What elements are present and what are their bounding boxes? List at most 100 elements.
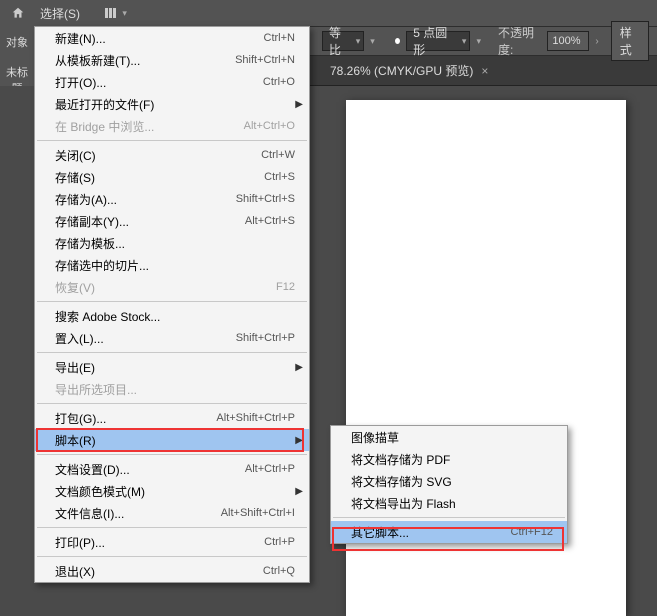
- close-icon[interactable]: ×: [481, 64, 488, 78]
- menu-item-label: 退出(X): [55, 563, 95, 580]
- menu-separator: [37, 301, 307, 302]
- menu-item[interactable]: 文档颜色模式(M) ▶: [35, 480, 309, 502]
- menu-item-shortcut: Ctrl+Q: [263, 565, 295, 577]
- menu-item-label: 图像描草: [351, 429, 399, 446]
- menu-item[interactable]: 打包(G)... Alt+Shift+Ctrl+P: [35, 407, 309, 429]
- menu-item-shortcut: Alt+Shift+Ctrl+I: [221, 507, 295, 519]
- menu-item-label: 文档颜色模式(M): [55, 483, 145, 500]
- menu-item[interactable]: 从模板新建(T)... Shift+Ctrl+N: [35, 49, 309, 71]
- opacity-input[interactable]: 100%: [547, 31, 589, 51]
- menu-item-shortcut: Ctrl+O: [263, 76, 295, 88]
- menu-item[interactable]: 文档设置(D)... Alt+Ctrl+P: [35, 458, 309, 480]
- compare-select[interactable]: 等比: [322, 31, 364, 51]
- menu-item-label: 存储选中的切片...: [55, 257, 149, 274]
- menu-item-label: 在 Bridge 中浏览...: [55, 118, 154, 135]
- menu-item-label: 搜索 Adobe Stock...: [55, 308, 160, 325]
- submenu-arrow-icon: ▶: [295, 435, 303, 446]
- menu-item-shortcut: Alt+Ctrl+O: [244, 120, 295, 132]
- doc-tab-title: 78.26% (CMYK/GPU 预览): [330, 62, 473, 79]
- menu-item[interactable]: 存储为模板...: [35, 232, 309, 254]
- menu-item[interactable]: 置入(L)... Shift+Ctrl+P: [35, 327, 309, 349]
- menu-item-shortcut: F12: [276, 281, 295, 293]
- stroke-select[interactable]: 5 点圆形: [406, 31, 470, 51]
- submenu-arrow-icon: ▶: [295, 99, 303, 110]
- menu-item[interactable]: 存储为(A)...Shift+Ctrl+S: [35, 188, 309, 210]
- menu-item-label: 存储副本(Y)...: [55, 213, 129, 230]
- menu-separator: [37, 454, 307, 455]
- menu-item[interactable]: 将文档存储为 SVG: [331, 470, 567, 492]
- script-submenu: 图像描草将文档存储为 PDF 将文档存储为 SVG 将文档导出为 Flash 其它脚本…: [330, 425, 568, 544]
- menu-separator: [37, 556, 307, 557]
- menu-item[interactable]: 搜索 Adobe Stock...: [35, 305, 309, 327]
- menu-item-label: 恢复(V): [55, 279, 95, 296]
- menu-item-label: 将文档存储为 SVG: [351, 473, 452, 490]
- object-label: 对象: [0, 30, 34, 54]
- menu-item: 恢复(V) F12: [35, 276, 309, 298]
- menu-separator: [37, 140, 307, 141]
- menu-item[interactable]: 打开(O)... Ctrl+O: [35, 71, 309, 93]
- menu-item[interactable]: 脚本(R) ▶: [35, 429, 309, 451]
- menu-item-shortcut: Alt+Shift+Ctrl+P: [216, 412, 295, 424]
- submenu-arrow-icon: ▶: [295, 486, 303, 497]
- menu-item[interactable]: 文件信息(I)... Alt+Shift+Ctrl+I: [35, 502, 309, 524]
- menu-top-item[interactable]: 选择(S): [34, 0, 89, 26]
- menubar: 文件(F)编辑(E)对象(O)文字(T)选择(S)效果(C)视图(V)窗口(W)…: [0, 0, 657, 26]
- menu-item-shortcut: Shift+Ctrl+P: [236, 332, 295, 344]
- menu-item[interactable]: 打印(P)... Ctrl+P: [35, 531, 309, 553]
- menu-item-label: 导出所选项目...: [55, 381, 137, 398]
- chevron-down-icon[interactable]: ▾: [476, 36, 481, 47]
- home-icon[interactable]: [8, 3, 28, 23]
- file-menu: 新建(N)...Ctrl+N 从模板新建(T)... Shift+Ctrl+N 打开(…: [34, 26, 310, 583]
- menu-item-shortcut: Alt+Ctrl+S: [245, 215, 295, 227]
- menu-item-label: 存储为模板...: [55, 235, 125, 252]
- menu-separator: [333, 517, 565, 518]
- menu-item-label: 脚本(R): [55, 432, 96, 449]
- menu-item[interactable]: 关闭(C) Ctrl+W: [35, 144, 309, 166]
- menu-item-shortcut: Ctrl+W: [261, 149, 295, 161]
- menu-item-label: 置入(L)...: [55, 330, 104, 347]
- doc-tab[interactable]: 78.26% (CMYK/GPU 预览) ×: [320, 56, 498, 85]
- menu-separator: [37, 527, 307, 528]
- menu-item-label: 打包(G)...: [55, 410, 106, 427]
- workspace-icon[interactable]: [105, 8, 116, 18]
- menu-item[interactable]: 存储(S) Ctrl+S: [35, 166, 309, 188]
- menu-item-shortcut: Shift+Ctrl+S: [236, 193, 295, 205]
- menu-item-label: 新建(N)...: [55, 30, 106, 47]
- chevron-down-icon[interactable]: ▾: [122, 8, 127, 19]
- menu-item: 导出所选项目...: [35, 378, 309, 400]
- menu-item[interactable]: 将文档导出为 Flash: [331, 492, 567, 514]
- menu-item-label: 将文档导出为 Flash: [351, 495, 456, 512]
- menu-item-shortcut: Shift+Ctrl+N: [235, 54, 295, 66]
- menu-item[interactable]: 将文档存储为 PDF: [331, 448, 567, 470]
- menu-item[interactable]: 图像描草: [331, 426, 567, 448]
- menu-item[interactable]: 最近打开的文件(F) ▶: [35, 93, 309, 115]
- styles-button[interactable]: 样式: [611, 21, 649, 61]
- menu-item-shortcut: Ctrl+P: [264, 536, 295, 548]
- menu-item[interactable]: 新建(N)...Ctrl+N: [35, 27, 309, 49]
- opacity-label: 不透明度:: [498, 24, 541, 58]
- menu-separator: [37, 403, 307, 404]
- menu-item[interactable]: 退出(X) Ctrl+Q: [35, 560, 309, 582]
- menu-item-shortcut: Alt+Ctrl+P: [245, 463, 295, 475]
- submenu-arrow-icon: ▶: [295, 362, 303, 373]
- menu-item-label: 从模板新建(T)...: [55, 52, 140, 69]
- menu-item-label: 打开(O)...: [55, 74, 106, 91]
- menu-item[interactable]: 存储选中的切片...: [35, 254, 309, 276]
- menu-item-shortcut: Ctrl+S: [264, 171, 295, 183]
- menu-item[interactable]: 存储副本(Y)... Alt+Ctrl+S: [35, 210, 309, 232]
- menu-item[interactable]: 其它脚本... Ctrl+F12: [331, 521, 567, 543]
- menu-item-label: 文档设置(D)...: [55, 461, 130, 478]
- menu-item-label: 存储(S): [55, 169, 95, 186]
- menu-item: 在 Bridge 中浏览... Alt+Ctrl+O: [35, 115, 309, 137]
- chevron-down-icon[interactable]: ▾: [370, 36, 375, 47]
- menu-item-label: 打印(P)...: [55, 534, 105, 551]
- menu-item-label: 导出(E): [55, 359, 95, 376]
- menu-item-shortcut: Ctrl+F12: [511, 526, 554, 538]
- menu-item-label: 文件信息(I)...: [55, 505, 124, 522]
- menu-item-label: 关闭(C): [55, 147, 96, 164]
- menu-item-label: 将文档存储为 PDF: [351, 451, 450, 468]
- menu-item-label: 最近打开的文件(F): [55, 96, 154, 113]
- menu-item-label: 其它脚本...: [351, 524, 409, 541]
- menu-item[interactable]: 导出(E) ▶: [35, 356, 309, 378]
- chevron-right-icon[interactable]: ›: [595, 36, 598, 47]
